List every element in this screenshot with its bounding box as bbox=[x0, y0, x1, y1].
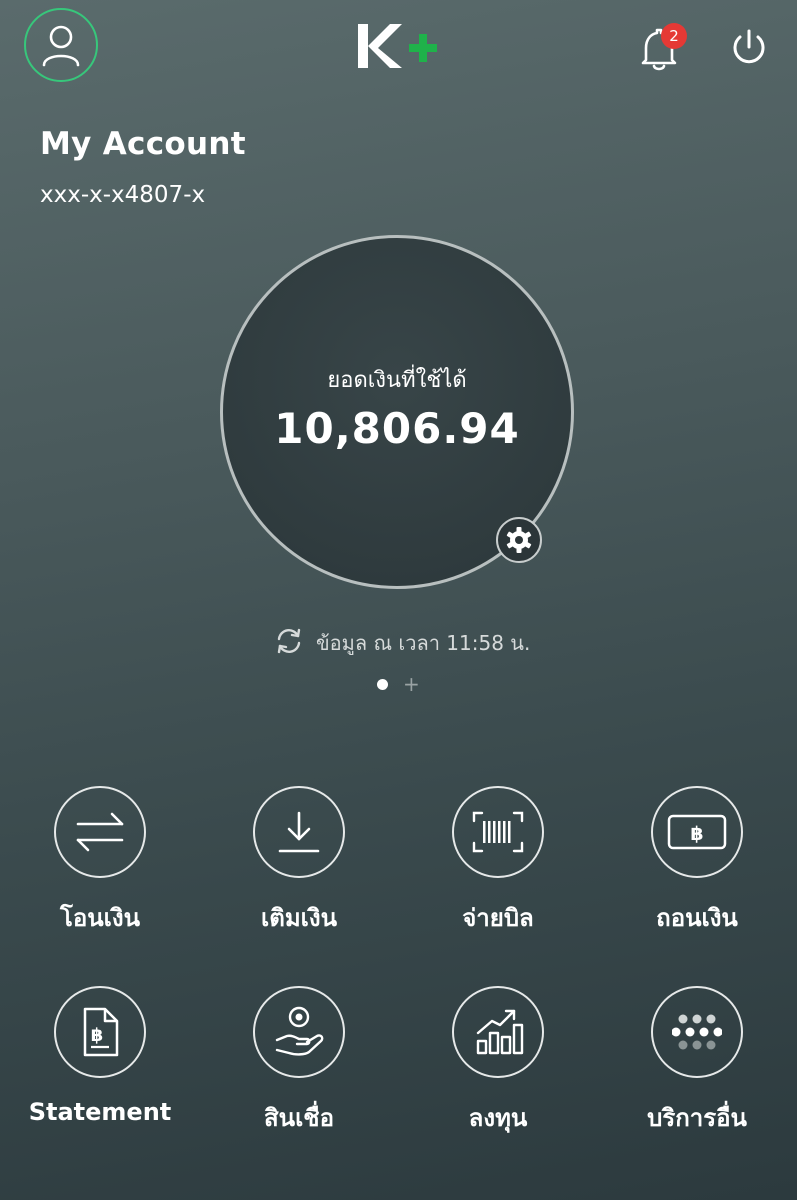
action-label: Statement bbox=[28, 1098, 172, 1126]
more-services-icon bbox=[672, 1014, 722, 1050]
user-icon bbox=[42, 25, 80, 67]
notification-badge: 2 bbox=[661, 23, 687, 49]
action-topup[interactable]: เติมเงิน bbox=[199, 786, 399, 937]
power-icon bbox=[733, 29, 765, 64]
action-label: ลงทุน bbox=[468, 1104, 528, 1132]
action-loan[interactable]: สินเชื่อ bbox=[199, 986, 399, 1137]
action-label: ถอนเงิน bbox=[656, 904, 738, 932]
page-indicator-active[interactable] bbox=[377, 679, 388, 690]
cash-withdraw-icon: ฿ bbox=[667, 814, 727, 850]
account-number: xxx-x-x4807-x bbox=[40, 182, 206, 208]
action-label: สินเชื่อ bbox=[264, 1104, 334, 1132]
action-label: เติมเงิน bbox=[261, 904, 337, 932]
action-transfer[interactable]: โอนเงิน bbox=[0, 786, 200, 937]
balance-label: ยอดเงินที่ใช้ได้ bbox=[327, 368, 467, 393]
action-statement[interactable]: ฿ Statement bbox=[0, 986, 200, 1126]
action-withdraw[interactable]: ฿ ถอนเงิน bbox=[597, 786, 797, 937]
action-invest[interactable]: ลงทุน bbox=[398, 986, 598, 1137]
gear-icon bbox=[506, 527, 532, 553]
invest-chart-icon bbox=[476, 1009, 524, 1055]
account-title: My Account bbox=[40, 126, 246, 162]
action-label: โอนเงิน bbox=[59, 904, 141, 932]
loan-icon bbox=[275, 1006, 324, 1056]
action-label: จ่ายบิล bbox=[462, 904, 534, 932]
action-pay-bill[interactable]: จ่ายบิล bbox=[398, 786, 598, 937]
transfer-icon bbox=[76, 812, 124, 852]
action-label: บริการอื่น bbox=[647, 1104, 747, 1132]
kplus-logo bbox=[352, 20, 444, 76]
page-indicator-add[interactable]: + bbox=[403, 672, 420, 696]
action-more-services[interactable]: บริการอื่น bbox=[597, 986, 797, 1137]
updated-time-text: ข้อมูล ณ เวลา 11:58 น. bbox=[316, 631, 531, 655]
balance-value: 10,806.94 bbox=[274, 404, 520, 453]
barcode-icon bbox=[472, 811, 524, 853]
refresh-icon bbox=[277, 628, 301, 654]
svg-text:฿: ฿ bbox=[91, 1025, 104, 1046]
balance-settings-button[interactable] bbox=[496, 517, 542, 563]
svg-text:฿: ฿ bbox=[690, 823, 703, 845]
refresh-button[interactable] bbox=[274, 626, 304, 656]
statement-icon: ฿ bbox=[83, 1007, 119, 1057]
profile-button[interactable] bbox=[24, 8, 98, 82]
topup-download-icon bbox=[278, 811, 320, 853]
logout-button[interactable] bbox=[728, 26, 770, 68]
